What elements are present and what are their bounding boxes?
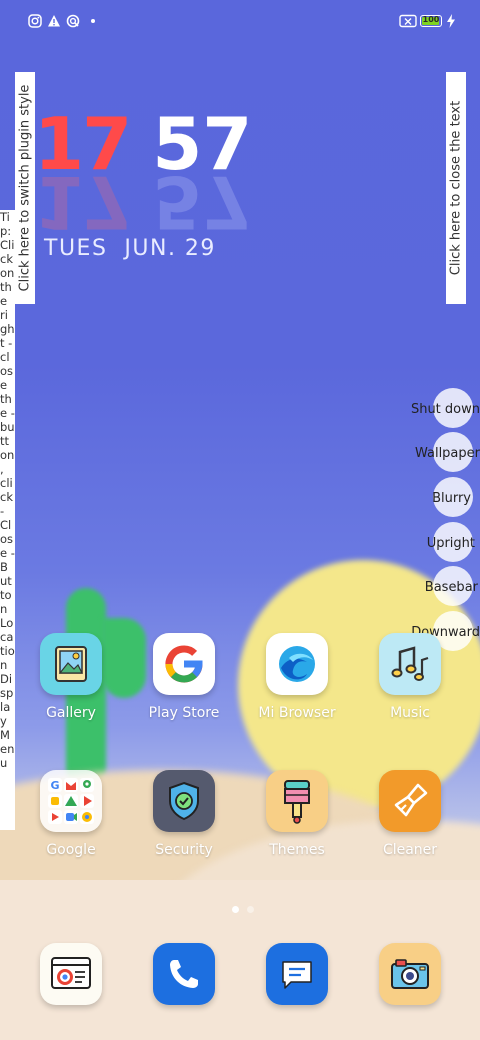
- app-google-folder[interactable]: G Google: [21, 770, 121, 858]
- app-mi-browser-label: Mi Browser: [258, 705, 336, 721]
- instagram-icon: [28, 14, 42, 28]
- chrome-app-icon: [40, 943, 102, 1005]
- clock-hour-reflection: 17: [34, 160, 131, 244]
- app-gallery-label: Gallery: [46, 705, 96, 721]
- app-themes[interactable]: Themes: [247, 770, 347, 858]
- charging-icon: [447, 14, 455, 28]
- cleaner-icon: [379, 770, 441, 832]
- page-dot[interactable]: [247, 906, 254, 913]
- app-mi-browser[interactable]: Mi Browser: [247, 633, 347, 721]
- themes-icon: [266, 770, 328, 832]
- menu-upright-label: Upright: [426, 536, 475, 551]
- dot-icon: [91, 19, 95, 23]
- app-security-label: Security: [155, 842, 213, 858]
- sync-icon: [66, 14, 80, 28]
- close-text-label: Click here to close the text: [448, 100, 464, 276]
- menu-shut-down-label: Shut down: [410, 402, 480, 417]
- dock-camera-app[interactable]: [360, 943, 460, 1005]
- battery-icon: 100: [420, 15, 442, 27]
- google-folder-icon: G: [40, 770, 102, 832]
- dock-phone-app[interactable]: [134, 943, 234, 1005]
- clock-reflection: 17 57: [34, 160, 252, 244]
- clock-minute-reflection: 57: [152, 160, 253, 244]
- music-icon: [379, 633, 441, 695]
- menu-blurry-label: Blurry: [432, 491, 471, 506]
- app-cleaner-label: Cleaner: [382, 842, 438, 858]
- battery-level: 100: [422, 15, 440, 24]
- app-music-label: Music: [390, 705, 430, 721]
- menu-wallpaper-label: Wallpaper: [414, 446, 480, 461]
- app-cleaner[interactable]: Cleaner: [360, 770, 460, 858]
- play-store-icon: [153, 633, 215, 695]
- switch-plugin-style-button[interactable]: Click here to switch plugin style: [15, 72, 35, 304]
- clock-date: TUES JUN. 29: [44, 236, 216, 261]
- app-play-store[interactable]: Play Store: [134, 633, 234, 721]
- page-indicator: [228, 898, 258, 917]
- tip-text: Tip: Click on the right - close the - bu…: [0, 210, 15, 830]
- phone-icon: [153, 943, 215, 1005]
- switch-plugin-style-label: Click here to switch plugin style: [17, 84, 33, 292]
- app-google-label: Google: [46, 842, 96, 858]
- svg-text:G: G: [50, 779, 59, 792]
- dock-messages-app[interactable]: [247, 943, 347, 1005]
- app-themes-label: Themes: [269, 842, 325, 858]
- page-dot-active[interactable]: [232, 906, 239, 913]
- app-play-store-label: Play Store: [148, 705, 220, 721]
- close-text-button[interactable]: Click here to close the text: [446, 72, 466, 304]
- app-gallery[interactable]: Gallery: [21, 633, 121, 721]
- gallery-icon: [40, 633, 102, 695]
- sim-off-icon: [399, 14, 417, 28]
- dock-chrome-app[interactable]: [21, 943, 121, 1005]
- mi-browser-icon: [266, 633, 328, 695]
- status-bar: 100: [0, 12, 480, 34]
- warning-icon: [48, 15, 60, 27]
- messages-icon: [266, 943, 328, 1005]
- camera-icon: [379, 943, 441, 1005]
- menu-basebar-label: Basebar: [424, 580, 478, 595]
- app-security[interactable]: Security: [134, 770, 234, 858]
- app-music[interactable]: Music: [360, 633, 460, 721]
- security-icon: [153, 770, 215, 832]
